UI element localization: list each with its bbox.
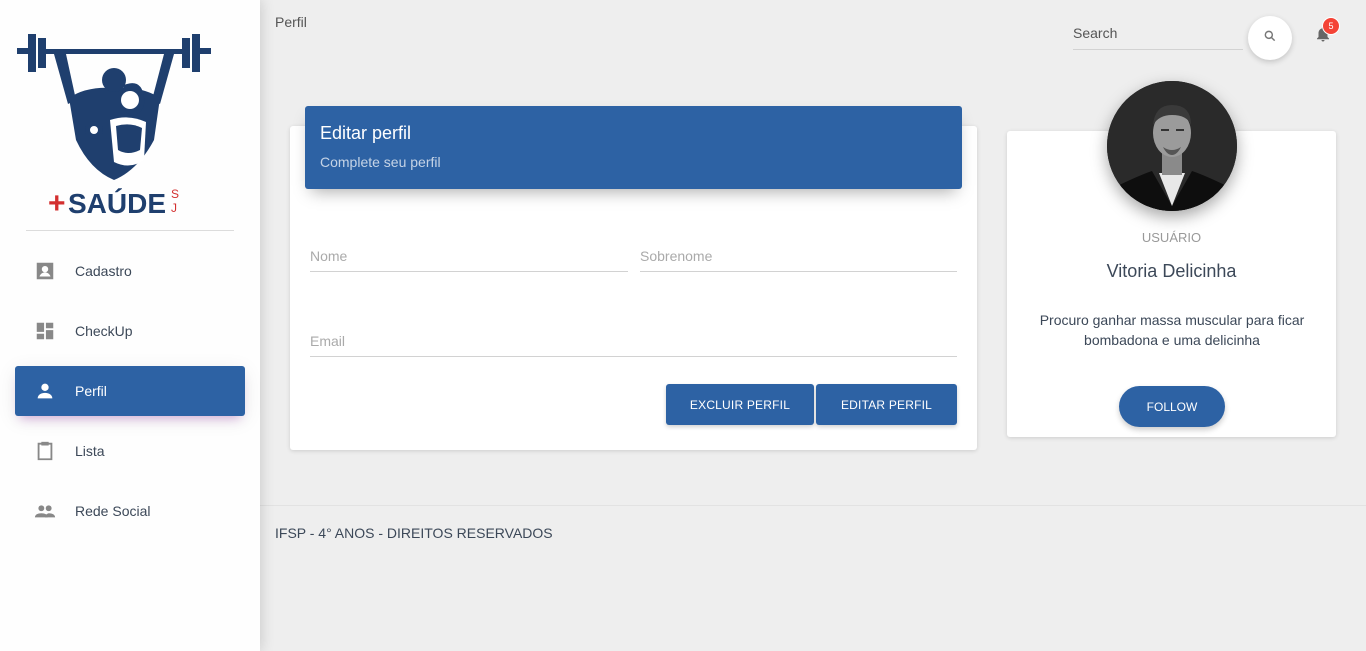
sobrenome-input[interactable] [640, 236, 957, 264]
sidebar-item-label: Rede Social [75, 503, 151, 519]
svg-text:S: S [171, 187, 179, 201]
sidebar-item-label: CheckUp [75, 323, 133, 339]
sidebar-item-lista[interactable]: Lista [15, 426, 245, 476]
edit-profile-header: Editar perfil Complete seu perfil [305, 106, 962, 189]
people-icon [33, 499, 57, 523]
nome-input[interactable] [310, 236, 628, 264]
clipboard-icon [33, 439, 57, 463]
search-input[interactable] [1073, 22, 1243, 41]
sidebar-item-label: Perfil [75, 383, 107, 399]
edit-profile-subtitle: Complete seu perfil [320, 154, 441, 170]
profile-description: Procuro ganhar massa muscular para ficar… [1039, 312, 1305, 348]
sidebar: + SAÚDE S J Cadastro CheckUp Perfil List… [0, 0, 260, 651]
footer-text: IFSP - 4° ANOS - DIREITOS RESERVADOS [275, 525, 553, 541]
avatar [1107, 81, 1237, 211]
notification-badge: 5 [1322, 17, 1340, 35]
profile-name: Vitoria Delicinha [1106, 261, 1237, 281]
search-field[interactable] [1073, 22, 1243, 50]
email-input[interactable] [310, 321, 957, 349]
sidebar-nav: Cadastro CheckUp Perfil Lista Rede Socia… [15, 246, 245, 546]
contact-card-icon [33, 259, 57, 283]
delete-profile-button[interactable]: EXCLUIR PERFIL [666, 384, 814, 425]
app-logo[interactable]: + SAÚDE S J [14, 30, 214, 220]
logo-divider [26, 230, 234, 231]
person-icon [33, 379, 57, 403]
page-title: Perfil [275, 14, 307, 30]
sobrenome-field[interactable] [640, 236, 957, 272]
sidebar-item-label: Cadastro [75, 263, 132, 279]
svg-text:+: + [48, 187, 66, 220]
follow-button[interactable]: FOLLOW [1119, 386, 1225, 427]
nome-field[interactable] [310, 236, 628, 272]
sidebar-item-rede-social[interactable]: Rede Social [15, 486, 245, 536]
svg-text:SAÚDE: SAÚDE [68, 188, 166, 219]
sidebar-item-cadastro[interactable]: Cadastro [15, 246, 245, 296]
sidebar-item-checkup[interactable]: CheckUp [15, 306, 245, 356]
sidebar-item-label: Lista [75, 443, 105, 459]
footer-divider [260, 505, 1366, 506]
search-button[interactable] [1248, 16, 1292, 60]
search-icon [1263, 29, 1277, 48]
sidebar-item-perfil[interactable]: Perfil [15, 366, 245, 416]
edit-profile-button[interactable]: EDITAR PERFIL [816, 384, 957, 425]
email-field[interactable] [310, 321, 957, 357]
edit-profile-title: Editar perfil [320, 123, 412, 143]
dashboard-icon [33, 319, 57, 343]
profile-role: USUÁRIO [1141, 230, 1202, 245]
svg-text:J: J [171, 201, 177, 215]
